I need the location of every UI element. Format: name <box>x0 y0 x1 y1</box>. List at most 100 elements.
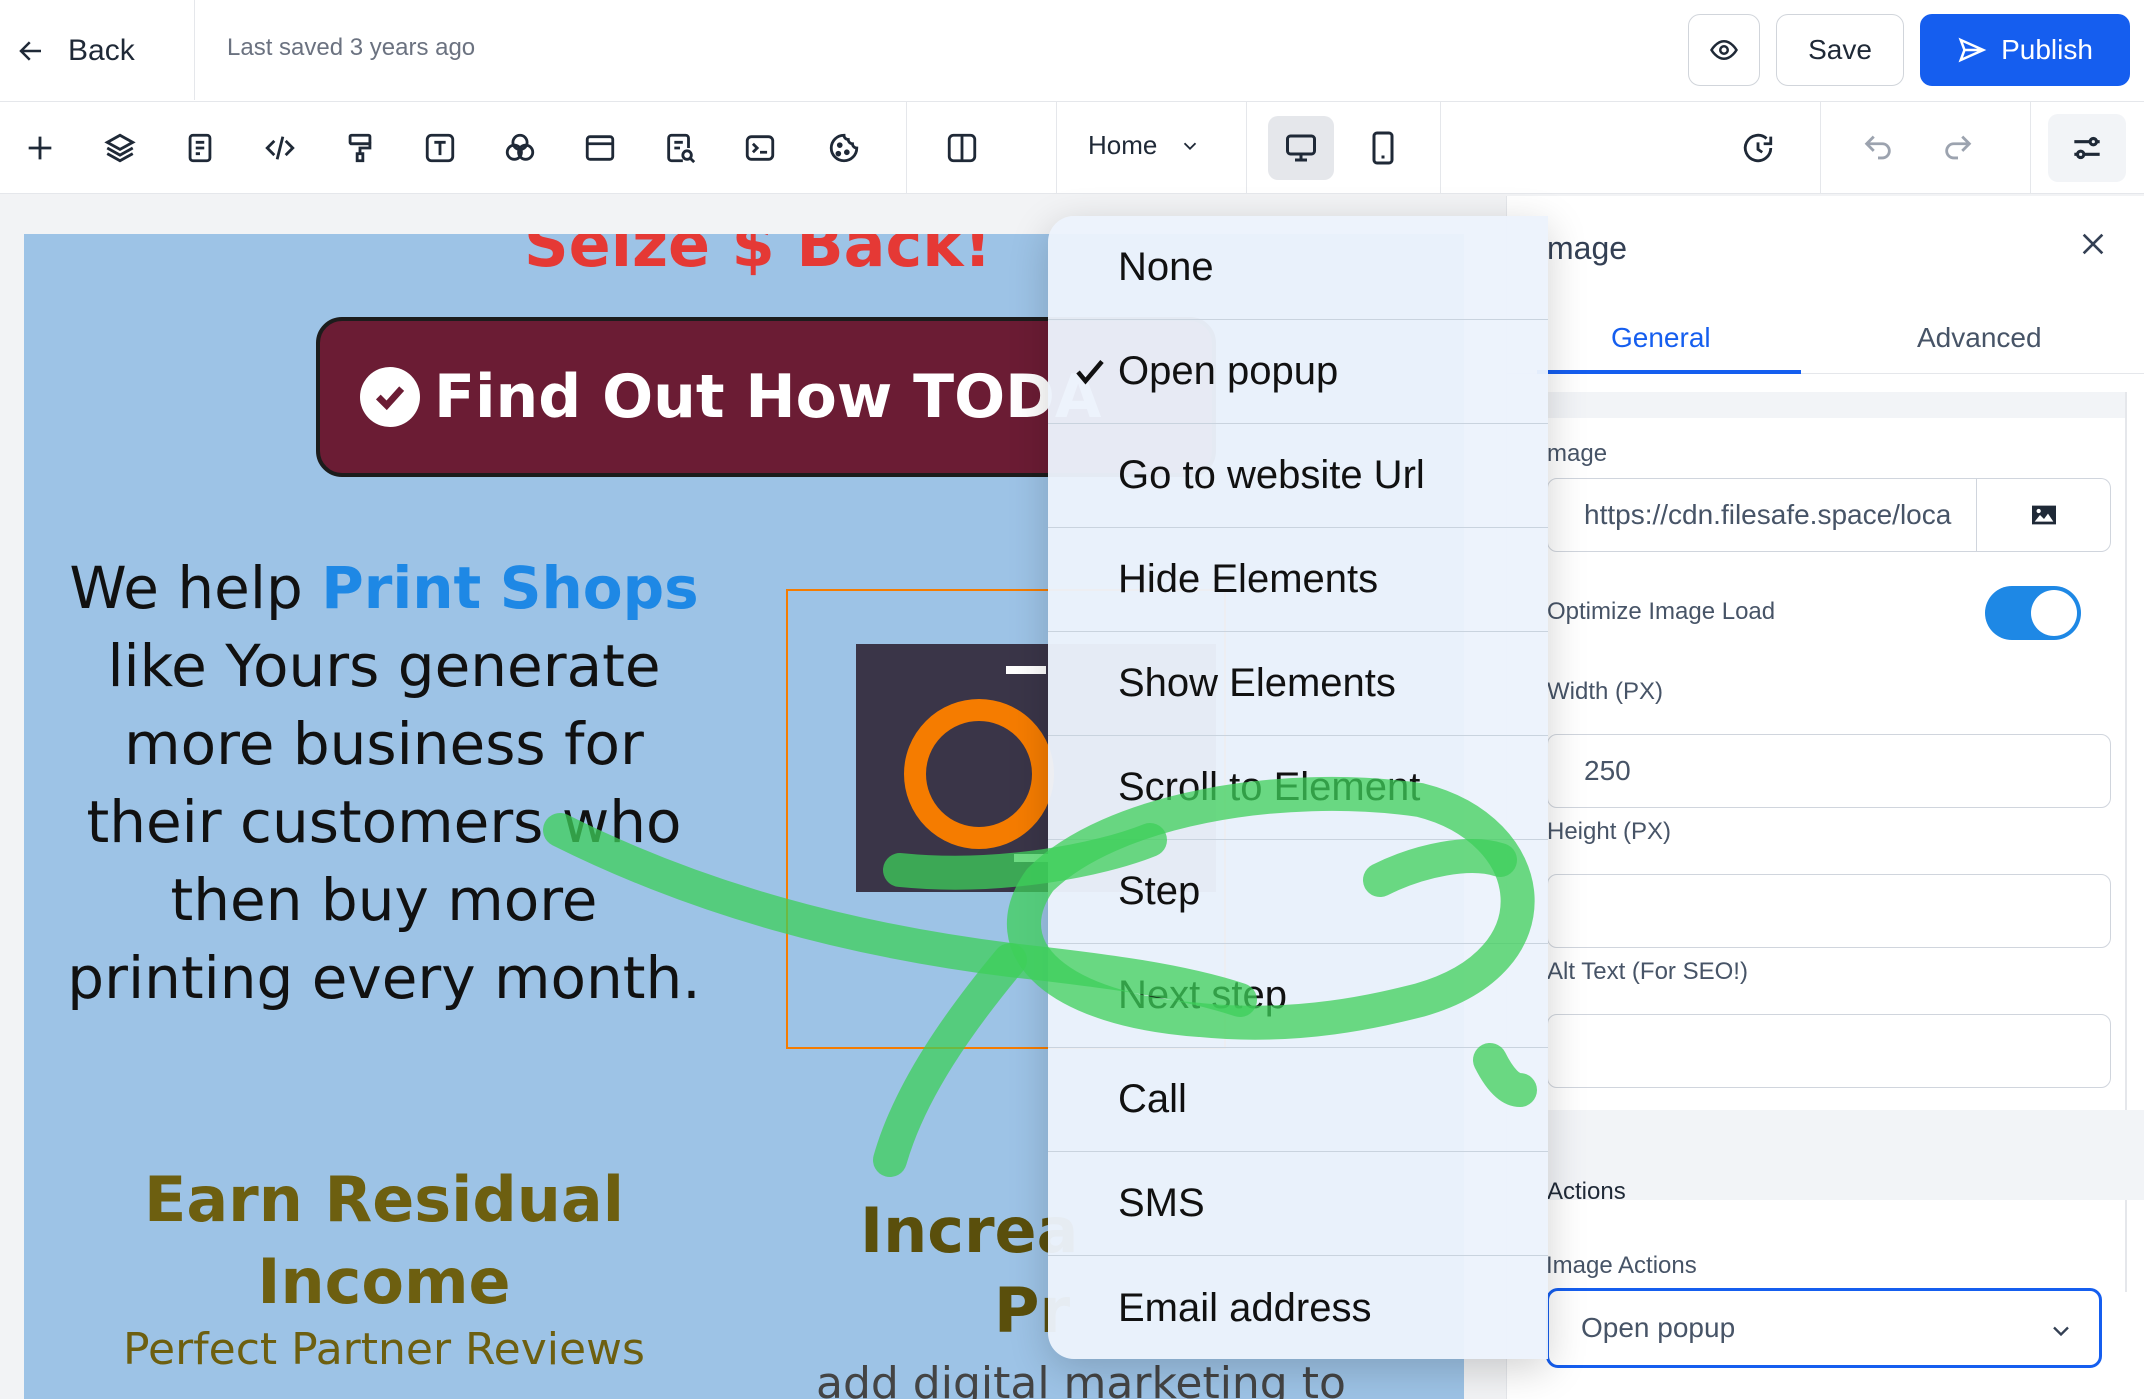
menu-item-label: Next step <box>1118 973 1287 1017</box>
split-view-button[interactable] <box>936 122 988 174</box>
menu-item-label: Scroll to Element <box>1118 765 1421 809</box>
section-icon <box>585 135 615 161</box>
text-icon <box>425 133 455 163</box>
tab-general[interactable]: General <box>1611 322 1711 354</box>
terminal-icon <box>745 135 775 161</box>
image-dash <box>1014 854 1050 862</box>
mobile-icon <box>1372 131 1394 165</box>
styles-button[interactable] <box>334 122 386 174</box>
sections-button[interactable] <box>574 122 626 174</box>
optimize-image-toggle[interactable] <box>1985 586 2081 640</box>
toolbar-divider <box>1246 102 1247 194</box>
page-selector[interactable]: Home <box>1088 130 1201 161</box>
menu-item-next-step[interactable]: Next step <box>1048 944 1548 1048</box>
toolbar-divider <box>2030 102 2031 194</box>
toolbar-divider <box>1440 102 1441 194</box>
editor-toolbar: Home <box>0 102 2144 194</box>
close-icon[interactable] <box>2077 228 2109 260</box>
add-element-button[interactable] <box>14 122 66 174</box>
width-field[interactable]: 250 <box>1547 734 2111 808</box>
active-tab-indicator <box>1537 370 1801 374</box>
cookie-consent-button[interactable] <box>818 122 870 174</box>
tab-advanced[interactable]: Advanced <box>1917 322 2042 354</box>
intro-paragraph[interactable]: We help Print Shops like Yours generate … <box>54 549 714 1017</box>
panel-title: mage <box>1547 230 1628 266</box>
earn-line-2: Income <box>257 1245 511 1318</box>
alt-text-field[interactable] <box>1547 1014 2111 1088</box>
page-selector-label: Home <box>1088 130 1158 160</box>
custom-code-button[interactable] <box>254 122 306 174</box>
desktop-view-button[interactable] <box>1268 116 1334 180</box>
tracking-code-button[interactable] <box>734 122 786 174</box>
ring-graphic <box>904 699 1054 849</box>
menu-item-label: Show Elements <box>1118 661 1396 705</box>
send-icon <box>1958 37 1987 63</box>
menu-item-call[interactable]: Call <box>1048 1048 1548 1152</box>
menu-item-website-url[interactable]: Go to website Url <box>1048 424 1548 528</box>
image-actions-value: Open popup <box>1581 1312 1736 1343</box>
back-label: Back <box>68 34 135 67</box>
history-button[interactable] <box>1732 122 1784 174</box>
menu-item-open-popup[interactable]: Open popup <box>1048 320 1548 424</box>
redo-button[interactable] <box>1932 122 1984 174</box>
image-actions-select[interactable]: Open popup <box>1546 1288 2102 1368</box>
menu-item-hide-elements[interactable]: Hide Elements <box>1048 528 1548 632</box>
chevron-down-icon <box>2053 1326 2069 1337</box>
intro-prefix: We help <box>69 554 322 622</box>
intro-highlight-shops: Shops <box>499 554 699 622</box>
save-button[interactable]: Save <box>1776 14 1904 86</box>
pages-button[interactable] <box>174 122 226 174</box>
colors-button[interactable] <box>494 122 546 174</box>
publish-label: Publish <box>2001 34 2093 65</box>
image-label: mage <box>1547 440 1608 467</box>
split-view-icon <box>947 133 977 163</box>
menu-item-label: Hide Elements <box>1118 557 1379 601</box>
top-heading[interactable]: Seize $ Back! <box>524 234 992 281</box>
chevron-down-icon <box>1184 142 1197 150</box>
undo-button[interactable] <box>1852 122 1904 174</box>
menu-item-label: None <box>1118 245 1214 289</box>
section-header <box>1507 392 2127 418</box>
add-icon <box>28 136 52 160</box>
menu-item-scroll-to-element[interactable]: Scroll to Element <box>1048 736 1548 840</box>
menu-item-email-address[interactable]: Email address <box>1048 1256 1548 1359</box>
back-button[interactable]: Back <box>16 28 135 74</box>
menu-item-show-elements[interactable]: Show Elements <box>1048 632 1548 736</box>
image-actions-label: Image Actions <box>1546 1252 1697 1279</box>
earn-heading[interactable]: Earn Residual Income <box>54 1159 714 1323</box>
properties-panel: mage General Advanced mage https://cdn.f… <box>1506 196 2144 1399</box>
menu-item-none[interactable]: None <box>1048 216 1548 320</box>
image-picker-button[interactable] <box>1977 478 2111 552</box>
add-digital-text[interactable]: add digital marketing to <box>816 1358 1346 1399</box>
layers-button[interactable] <box>94 122 146 174</box>
top-header: Back Last saved 3 years ago Save Publish <box>0 0 2144 102</box>
earn-line-1: Earn Residual <box>143 1163 625 1236</box>
image-actions-menu: None Open popup Go to website Url Hide E… <box>1048 216 1548 1359</box>
partner-subheading[interactable]: Perfect Partner Reviews <box>54 1324 714 1375</box>
code-icon <box>265 136 295 160</box>
paint-roller-icon <box>348 133 372 163</box>
menu-item-label: Call <box>1118 1077 1187 1121</box>
seo-button[interactable] <box>654 122 706 174</box>
image-dash <box>1006 666 1046 674</box>
intro-highlight-print: Print <box>321 554 482 622</box>
menu-item-sms[interactable]: SMS <box>1048 1152 1548 1256</box>
typography-button[interactable] <box>414 122 466 174</box>
toolbar-divider <box>1820 102 1821 194</box>
redo-icon <box>1945 135 1972 160</box>
eye-icon <box>1710 39 1738 61</box>
check-circle-icon <box>360 367 420 427</box>
menu-item-label: SMS <box>1118 1181 1205 1225</box>
publish-button[interactable]: Publish <box>1920 14 2130 86</box>
toolbar-divider <box>906 102 907 194</box>
increase-heading[interactable]: Increa <box>860 1194 1078 1267</box>
preview-button[interactable] <box>1688 14 1760 86</box>
panel-tabs: General Advanced <box>1507 306 2144 374</box>
history-icon <box>1743 133 1773 163</box>
settings-panel-button[interactable] <box>2048 114 2126 182</box>
menu-item-step[interactable]: Step <box>1048 840 1548 944</box>
height-field[interactable] <box>1547 874 2111 948</box>
mobile-view-button[interactable] <box>1350 116 1416 180</box>
image-url-field[interactable]: https://cdn.filesafe.space/loca <box>1547 478 1977 552</box>
menu-item-label: Email address <box>1118 1285 1372 1330</box>
